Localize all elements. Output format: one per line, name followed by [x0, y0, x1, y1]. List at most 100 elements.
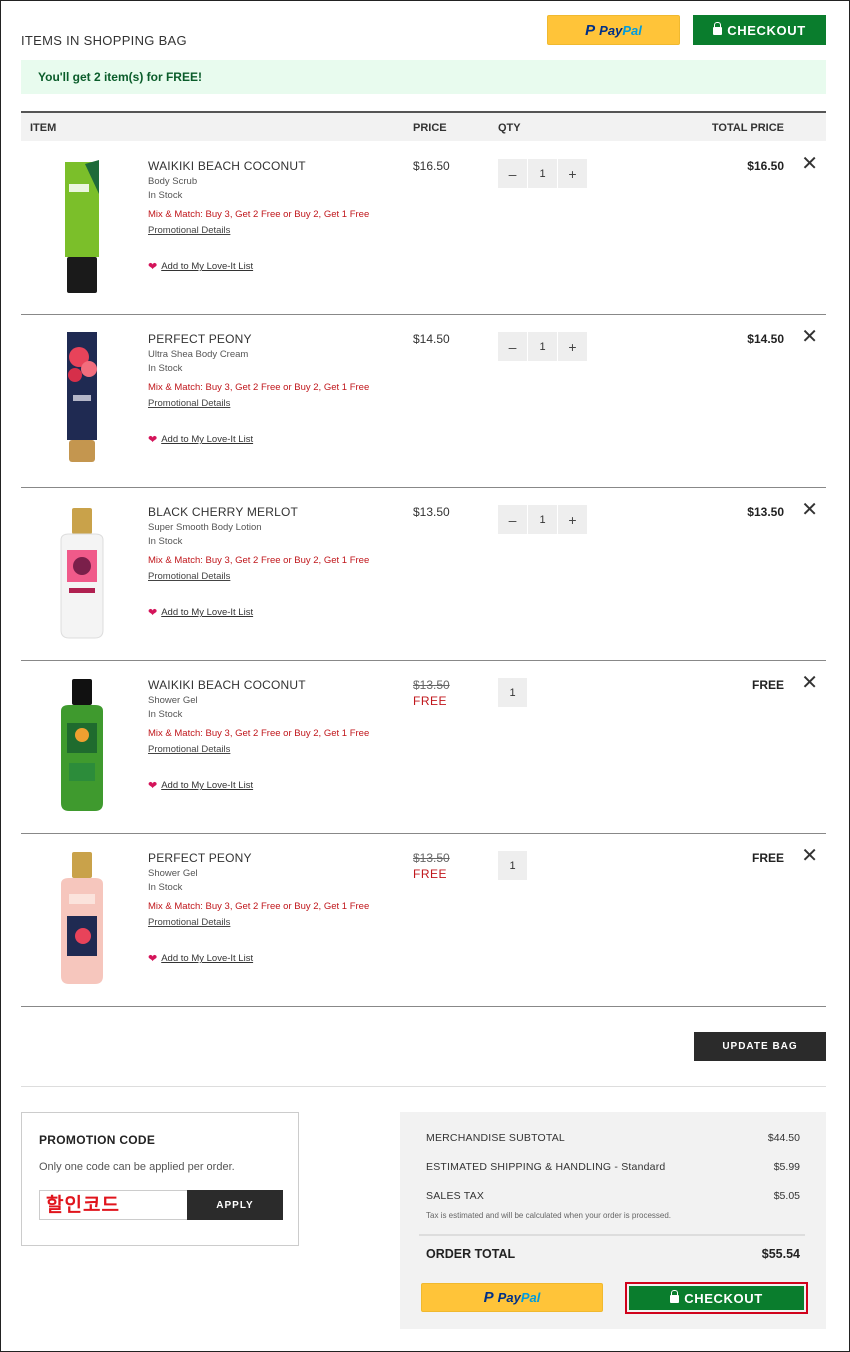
order-total-label: ORDER TOTAL — [426, 1247, 516, 1261]
heart-icon: ❤ — [148, 607, 158, 619]
product-name[interactable]: PERFECT PEONY — [148, 851, 252, 865]
heart-icon: ❤ — [148, 434, 158, 446]
product-type: Super Smooth Body Lotion — [148, 522, 262, 533]
order-total-value: $55.54 — [761, 1247, 800, 1261]
heart-icon: ❤ — [148, 953, 158, 965]
original-price: $13.50 — [413, 678, 450, 692]
apply-button[interactable]: APPLY — [187, 1190, 283, 1220]
paypal-logo: P — [585, 21, 596, 39]
col-price: PRICE — [413, 122, 447, 134]
heart-icon: ❤ — [148, 780, 158, 792]
stock-status: In Stock — [148, 709, 183, 720]
tax-value: $5.05 — [773, 1190, 800, 1202]
quantity-stepper: – 1 + — [498, 159, 588, 188]
summary-divider — [419, 1234, 805, 1236]
shipping-value: $5.99 — [773, 1161, 800, 1173]
cart-row: PERFECT PEONY Shower Gel In Stock Mix & … — [21, 834, 826, 1007]
checkout-button-top[interactable]: CHECKOUT — [693, 15, 826, 45]
promotion-code-panel: PROMOTION CODE Only one code can be appl… — [21, 1112, 299, 1246]
line-total: FREE — [751, 678, 784, 692]
minus-icon[interactable]: – — [498, 332, 527, 361]
close-icon[interactable]: ✕ — [801, 154, 818, 174]
cart-row: WAIKIKI BEACH COCONUT Body Scrub In Stoc… — [21, 142, 826, 315]
heart-icon: ❤ — [148, 261, 158, 273]
product-name[interactable]: BLACK CHERRY MERLOT — [148, 505, 298, 519]
shipping-label: ESTIMATED SHIPPING & HANDLING - Standard — [426, 1161, 666, 1173]
quantity-display: 1 — [498, 678, 528, 707]
cart-row: PERFECT PEONY Ultra Shea Body Cream In S… — [21, 315, 826, 488]
original-price: $13.50 — [413, 851, 450, 865]
close-icon[interactable]: ✕ — [801, 327, 818, 347]
love-it-link[interactable]: ❤ Add to My Love-It List — [148, 260, 253, 273]
close-icon[interactable]: ✕ — [801, 500, 818, 520]
stock-status: In Stock — [148, 363, 183, 374]
minus-icon[interactable]: – — [498, 505, 527, 534]
product-image[interactable] — [47, 327, 117, 467]
lock-icon — [713, 22, 723, 35]
quantity-display: 1 — [498, 851, 528, 880]
close-icon[interactable]: ✕ — [801, 673, 818, 693]
page-title: ITEMS IN SHOPPING BAG — [21, 33, 187, 48]
line-total: FREE — [751, 851, 784, 865]
promo-text: Mix & Match: Buy 3, Get 2 Free or Buy 2,… — [148, 555, 370, 566]
promo-text: Mix & Match: Buy 3, Get 2 Free or Buy 2,… — [148, 209, 370, 220]
quantity-value: 1 — [498, 851, 527, 880]
line-total: $14.50 — [747, 332, 784, 346]
promo-details-link[interactable]: Promotional Details — [148, 917, 230, 928]
quantity-value[interactable]: 1 — [528, 332, 557, 361]
quantity-value[interactable]: 1 — [528, 505, 557, 534]
love-it-link[interactable]: ❤ Add to My Love-It List — [148, 433, 253, 446]
cart-row: WAIKIKI BEACH COCONUT Shower Gel In Stoc… — [21, 661, 826, 834]
love-it-link[interactable]: ❤ Add to My Love-It List — [148, 952, 253, 965]
quantity-value[interactable]: 1 — [528, 159, 557, 188]
col-total: TOTAL PRICE — [711, 122, 784, 134]
checkout-button-bottom[interactable]: CHECKOUT — [629, 1286, 804, 1310]
product-image[interactable] — [47, 673, 117, 813]
promo-code-input[interactable]: 할인코드 — [39, 1190, 187, 1220]
promo-text: Mix & Match: Buy 3, Get 2 Free or Buy 2,… — [148, 728, 370, 739]
quantity-stepper: – 1 + — [498, 505, 588, 534]
promo-text: Mix & Match: Buy 3, Get 2 Free or Buy 2,… — [148, 382, 370, 393]
paypal-button-bottom[interactable]: P Pay Pal — [421, 1283, 603, 1312]
free-items-banner: You'll get 2 item(s) for FREE! — [21, 60, 826, 94]
close-icon[interactable]: ✕ — [801, 846, 818, 866]
unit-price: $13.50 — [413, 505, 450, 519]
cart-row: BLACK CHERRY MERLOT Super Smooth Body Lo… — [21, 488, 826, 661]
product-image[interactable] — [47, 154, 117, 294]
free-price-label: FREE — [413, 867, 448, 881]
plus-icon[interactable]: + — [558, 159, 587, 188]
stock-status: In Stock — [148, 190, 183, 201]
product-name[interactable]: WAIKIKI BEACH COCONUT — [148, 159, 306, 173]
promo-details-link[interactable]: Promotional Details — [148, 225, 230, 236]
product-name[interactable]: PERFECT PEONY — [148, 332, 252, 346]
plus-icon[interactable]: + — [558, 332, 587, 361]
promo-text: Mix & Match: Buy 3, Get 2 Free or Buy 2,… — [148, 901, 370, 912]
promo-details-link[interactable]: Promotional Details — [148, 744, 230, 755]
product-type: Body Scrub — [148, 176, 198, 187]
promo-title: PROMOTION CODE — [39, 1133, 156, 1147]
col-item: ITEM — [30, 122, 57, 134]
quantity-stepper: – 1 + — [498, 332, 588, 361]
checkout-highlight: CHECKOUT — [625, 1282, 808, 1314]
product-image[interactable] — [47, 846, 117, 986]
free-price-label: FREE — [413, 694, 448, 708]
tax-note: Tax is estimated and will be calculated … — [426, 1211, 672, 1220]
minus-icon[interactable]: – — [498, 159, 527, 188]
paypal-button-top[interactable]: P Pay Pal — [547, 15, 680, 45]
update-bag-button[interactable]: UPDATE BAG — [694, 1032, 826, 1061]
product-image[interactable] — [47, 500, 117, 640]
paypal-logo: P — [483, 1289, 494, 1306]
product-type: Ultra Shea Body Cream — [148, 349, 249, 360]
lock-icon — [670, 1290, 680, 1303]
stock-status: In Stock — [148, 882, 183, 893]
col-qty: QTY — [498, 122, 521, 134]
love-it-link[interactable]: ❤ Add to My Love-It List — [148, 606, 253, 619]
love-it-link[interactable]: ❤ Add to My Love-It List — [148, 779, 253, 792]
promo-note: Only one code can be applied per order. — [39, 1161, 235, 1173]
product-name[interactable]: WAIKIKI BEACH COCONUT — [148, 678, 306, 692]
promo-details-link[interactable]: Promotional Details — [148, 398, 230, 409]
plus-icon[interactable]: + — [558, 505, 587, 534]
subtotal-value: $44.50 — [767, 1132, 800, 1144]
subtotal-label: MERCHANDISE SUBTOTAL — [426, 1132, 565, 1144]
promo-details-link[interactable]: Promotional Details — [148, 571, 230, 582]
